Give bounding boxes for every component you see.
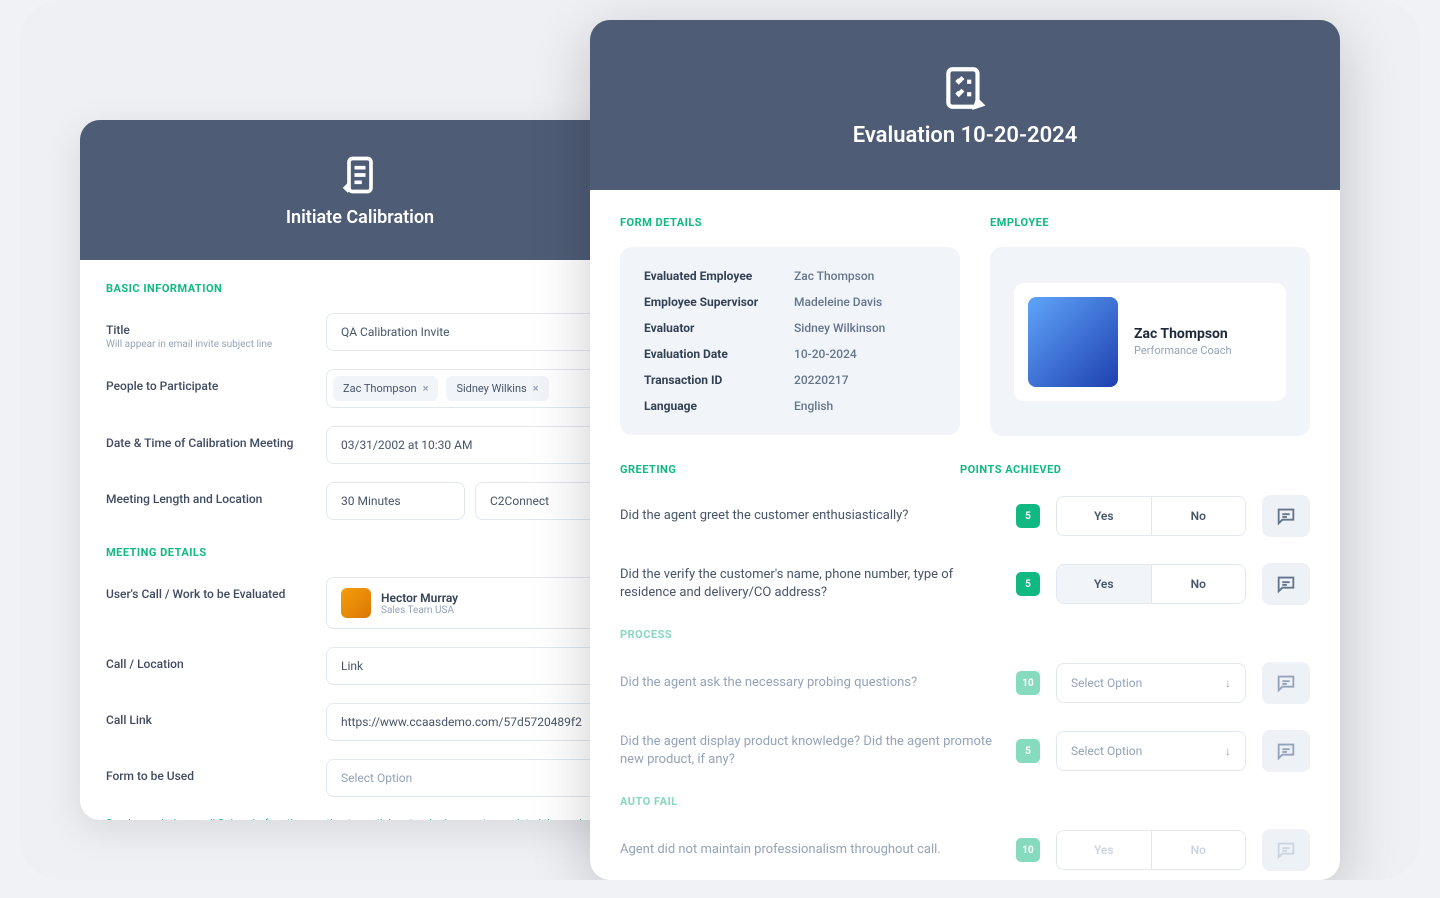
reminder-info-text: Send a reminder email 3 days before the …: [106, 817, 614, 820]
employee-name: Zac Thompson: [1134, 326, 1232, 342]
yes-button[interactable]: Yes: [1057, 831, 1151, 869]
points-badge: 10: [1016, 671, 1040, 695]
points-badge: 5: [1016, 572, 1040, 596]
user-avatar: [341, 588, 371, 618]
participant-chip[interactable]: Zac Thompson ×: [333, 376, 438, 401]
yes-no-toggle[interactable]: Yes No: [1056, 830, 1246, 870]
title-field-label: Title Will appear in email invite subjec…: [106, 313, 326, 350]
comment-button[interactable]: [1262, 563, 1310, 605]
no-button[interactable]: No: [1151, 497, 1246, 535]
people-field-label: People to Participate: [106, 369, 326, 393]
evaluation-title: Evaluation 10-20-2024: [853, 123, 1078, 148]
calibration-header: Initiate Calibration: [80, 120, 640, 260]
remove-chip-icon[interactable]: ×: [423, 382, 429, 395]
comment-button[interactable]: [1262, 495, 1310, 537]
form-to-use-field-label: Form to be Used: [106, 759, 326, 783]
process-q2-select[interactable]: Select Option ↓: [1056, 731, 1246, 771]
yes-no-toggle[interactable]: Yes No: [1056, 496, 1246, 536]
autofail-q1-text: Agent did not maintain professionalism t…: [620, 841, 1000, 859]
checklist-edit-icon: [940, 63, 990, 113]
call-link-field-label: Call Link: [106, 703, 326, 727]
employee-card: Zac Thompson Performance Coach: [1014, 283, 1286, 401]
process-label: PROCESS: [620, 628, 1310, 641]
evaluation-header: Evaluation 10-20-2024: [590, 20, 1340, 190]
points-badge: 10: [1016, 838, 1040, 862]
yes-button[interactable]: Yes: [1057, 565, 1151, 603]
user-call-input[interactable]: Hector Murray Sales Team USA: [326, 577, 614, 629]
yes-button[interactable]: Yes: [1057, 497, 1151, 535]
call-location-field-label: Call / Location: [106, 647, 326, 671]
arrow-down-icon: ↓: [1225, 676, 1231, 690]
no-button[interactable]: No: [1151, 565, 1246, 603]
document-icon: [338, 153, 382, 197]
form-details-label: FORM DETAILS: [620, 216, 960, 229]
employee-avatar: [1028, 297, 1118, 387]
no-button[interactable]: No: [1151, 831, 1246, 869]
call-link-input[interactable]: https://www.ccaasdemo.com/57d5720489f2: [326, 703, 614, 741]
comment-icon: [1275, 740, 1297, 762]
greeting-q2-text: Did the verify the customer's name, phon…: [620, 566, 1000, 602]
title-input[interactable]: QA Calibration Invite: [326, 313, 614, 351]
process-q2-text: Did the agent display product knowledge?…: [620, 733, 1000, 769]
comment-icon: [1275, 672, 1297, 694]
comment-button[interactable]: [1262, 829, 1310, 871]
user-call-field-label: User's Call / Work to be Evaluated: [106, 577, 326, 601]
participant-chip[interactable]: Sidney Wilkins ×: [446, 376, 548, 401]
comment-icon: [1275, 839, 1297, 861]
comment-icon: [1275, 573, 1297, 595]
greeting-q1-text: Did the agent greet the customer enthusi…: [620, 507, 1000, 525]
people-input[interactable]: Zac Thompson × Sidney Wilkins ×: [326, 369, 614, 408]
datetime-field-label: Date & Time of Calibration Meeting: [106, 426, 326, 450]
form-select-input[interactable]: Select Option: [326, 759, 614, 797]
points-badge: 5: [1016, 504, 1040, 528]
arrow-down-icon: ↓: [1225, 744, 1231, 758]
calibration-title: Initiate Calibration: [286, 207, 434, 228]
basic-info-label: BASIC INFORMATION: [106, 282, 614, 295]
greeting-label: GREETING: [620, 463, 930, 476]
employee-label: EMPLOYEE: [990, 216, 1310, 229]
comment-button[interactable]: [1262, 662, 1310, 704]
process-q1-text: Did the agent ask the necessary probing …: [620, 674, 1000, 692]
remove-chip-icon[interactable]: ×: [533, 382, 539, 395]
points-achieved-label: POINTS ACHIEVED: [960, 463, 1310, 476]
call-location-input[interactable]: Link: [326, 647, 614, 685]
evaluation-card: Evaluation 10-20-2024 FORM DETAILS Evalu…: [590, 20, 1340, 880]
length-loc-field-label: Meeting Length and Location: [106, 482, 326, 506]
employee-role: Performance Coach: [1134, 344, 1232, 357]
comment-icon: [1275, 505, 1297, 527]
form-details-box: Evaluated EmployeeZac Thompson Employee …: [620, 247, 960, 435]
yes-no-toggle[interactable]: Yes No: [1056, 564, 1246, 604]
comment-button[interactable]: [1262, 730, 1310, 772]
process-q1-select[interactable]: Select Option ↓: [1056, 663, 1246, 703]
autofail-label: AUTO FAIL: [620, 795, 1310, 808]
points-badge: 5: [1016, 739, 1040, 763]
initiate-calibration-card: Initiate Calibration BASIC INFORMATION T…: [80, 120, 640, 820]
datetime-input[interactable]: 03/31/2002 at 10:30 AM: [326, 426, 614, 464]
meeting-length-input[interactable]: 30 Minutes: [326, 482, 465, 520]
meeting-details-label: MEETING DETAILS: [106, 546, 614, 559]
